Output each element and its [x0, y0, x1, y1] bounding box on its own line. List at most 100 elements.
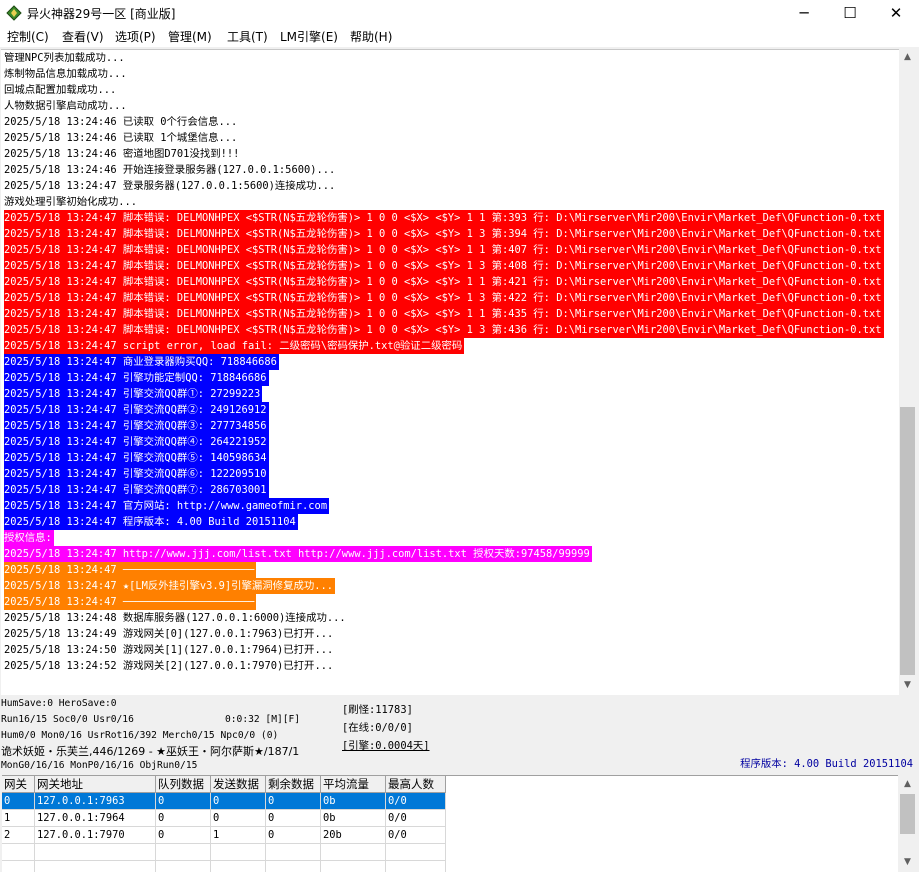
table-cell-empty — [2, 861, 35, 872]
gateway-table[interactable]: 网关 网关地址 队列数据 发送数据 剩余数据 平均流量 最高人数 0127.0.… — [2, 775, 898, 872]
table-row[interactable]: 1127.0.0.1:79640000b0/0 — [2, 810, 446, 827]
log-line-text: 2025/5/18 13:24:50 游戏网关[1](127.0.0.1:796… — [4, 644, 333, 656]
status-counters: Hum0/0 Mon0/16 UsrRot16/392 Merch0/15 Np… — [1, 730, 278, 741]
table-row[interactable]: 2127.0.0.1:797001020b0/0 — [2, 827, 446, 844]
table-cell: 127.0.0.1:7964 — [35, 810, 156, 827]
table-cell: 0 — [266, 827, 321, 844]
log-line: 2025/5/18 13:24:47 登录服务器(127.0.0.1:5600)… — [1, 178, 899, 194]
close-button[interactable]: ✕ — [873, 0, 919, 26]
log-line-text: 2025/5/18 13:24:47 官方网站: http://www.game… — [4, 498, 329, 514]
log-line: 游戏处理引擎初始化成功... — [1, 194, 899, 210]
table-scroll-up-icon[interactable]: ▲ — [899, 776, 916, 793]
log-line: 2025/5/18 13:24:46 开始连接登录服务器(127.0.0.1:5… — [1, 162, 899, 178]
status-boss-info: 诡术妖姬・乐芙兰,446/1269 - ★巫妖王・阿尔萨斯★/187/1 — [1, 743, 299, 759]
table-scrollbar[interactable]: ▲ ▼ — [899, 776, 916, 871]
log-line-text: 2025/5/18 13:24:47 script error, load fa… — [4, 338, 464, 354]
column-average-traffic[interactable]: 平均流量 — [321, 776, 386, 793]
table-cell: 0/0 — [386, 793, 446, 810]
log-line: 回城点配置加载成功... — [1, 82, 899, 98]
table-cell: 0 — [156, 827, 211, 844]
table-row-empty — [2, 844, 446, 861]
log-line: 2025/5/18 13:24:47 ★[LM反外挂引擎v3.9]引擎漏洞修复成… — [1, 578, 899, 594]
status-mon-groups: MonG0/16/16 MonP0/16/16 ObjRun0/15 — [1, 760, 197, 771]
log-line: 2025/5/18 13:24:47 引擎交流QQ群②: 249126912 — [1, 402, 899, 418]
table-header-row: 网关 网关地址 队列数据 发送数据 剩余数据 平均流量 最高人数 — [2, 776, 446, 793]
refresh-monster-count: [刷怪:11783] — [342, 701, 413, 716]
log-line-text: 2025/5/18 13:24:47 引擎功能定制QQ: 718846686 — [4, 370, 269, 386]
table-cell: 0 — [156, 810, 211, 827]
scroll-up-icon[interactable]: ▲ — [899, 49, 916, 66]
menu-options[interactable]: 选项(P) — [115, 28, 156, 45]
column-remaining-data[interactable]: 剩余数据 — [266, 776, 321, 793]
maximize-icon: ☐ — [843, 4, 856, 22]
log-scrollbar[interactable]: ▲ ▼ — [899, 49, 916, 694]
table-cell: 0 — [211, 810, 266, 827]
log-line-text: 2025/5/18 13:24:47 脚本错误: DELMONHPEX <$ST… — [4, 210, 884, 226]
log-line-text: 2025/5/18 13:24:47 引擎交流QQ群①: 27299223 — [4, 386, 262, 402]
status-timer: 0:0:32 [M][F] — [225, 714, 300, 725]
table-cell-empty — [266, 861, 321, 872]
table-row[interactable]: 0127.0.0.1:79630000b0/0 — [2, 793, 446, 810]
log-line: 2025/5/18 13:24:47 脚本错误: DELMONHPEX <$ST… — [1, 258, 899, 274]
log-line-text: 回城点配置加载成功... — [4, 84, 116, 96]
column-queue-data[interactable]: 队列数据 — [156, 776, 211, 793]
table-cell-empty — [211, 844, 266, 861]
log-line-text: 2025/5/18 13:24:47 ───────────────────── — [4, 594, 256, 610]
log-line: 2025/5/18 13:24:49 游戏网关[0](127.0.0.1:796… — [1, 626, 899, 642]
log-line-text: 2025/5/18 13:24:47 脚本错误: DELMONHPEX <$ST… — [4, 258, 884, 274]
table-cell-empty — [156, 861, 211, 872]
app-icon — [6, 5, 22, 21]
log-line: 2025/5/18 13:24:47 脚本错误: DELMONHPEX <$ST… — [1, 226, 899, 242]
table-cell: 0 — [156, 793, 211, 810]
log-line: 2025/5/18 13:24:47 脚本错误: DELMONHPEX <$ST… — [1, 290, 899, 306]
menu-help[interactable]: 帮助(H) — [350, 28, 392, 45]
log-line-text: 人物数据引擎启动成功... — [4, 100, 127, 112]
log-line-text: 2025/5/18 13:24:47 引擎交流QQ群⑥: 122209510 — [4, 466, 269, 482]
log-line-text: 2025/5/18 13:24:47 引擎交流QQ群⑦: 286703001 — [4, 482, 269, 498]
maximize-button[interactable]: ☐ — [827, 0, 873, 26]
table-scroll-thumb[interactable] — [900, 794, 915, 834]
menu-tools[interactable]: 工具(T) — [227, 28, 268, 45]
minimize-button[interactable]: ─ — [781, 0, 827, 26]
table-cell: 0/0 — [386, 827, 446, 844]
menu-bar: 控制(C) 查看(V) 选项(P) 管理(M) 工具(T) LM引擎(E) 帮助… — [0, 26, 919, 47]
log-line-text: 2025/5/18 13:24:47 引擎交流QQ群⑤: 140598634 — [4, 450, 269, 466]
log-line-text: 2025/5/18 13:24:48 数据库服务器(127.0.0.1:6000… — [4, 612, 346, 624]
log-line-text: 2025/5/18 13:24:47 引擎交流QQ群②: 249126912 — [4, 402, 269, 418]
menu-lm-engine[interactable]: LM引擎(E) — [280, 28, 338, 45]
log-line: 2025/5/18 13:24:48 数据库服务器(127.0.0.1:6000… — [1, 610, 899, 626]
log-line-text: 2025/5/18 13:24:46 已读取 1个城堡信息... — [4, 132, 237, 144]
menu-view[interactable]: 查看(V) — [62, 28, 104, 45]
log-line-text: 2025/5/18 13:24:46 密道地图D701没找到!!! — [4, 148, 239, 160]
log-line: 授权信息: — [1, 530, 899, 546]
table-cell-empty — [386, 861, 446, 872]
scroll-down-icon[interactable]: ▼ — [899, 677, 916, 694]
log-line: 2025/5/18 13:24:47 引擎交流QQ群③: 277734856 — [1, 418, 899, 434]
log-line: 2025/5/18 13:24:47 程序版本: 4.00 Build 2015… — [1, 514, 899, 530]
log-output[interactable]: 管理NPC列表加载成功...炼制物品信息加载成功... 回城点配置加载成功... 人… — [1, 49, 899, 695]
log-line: 2025/5/18 13:24:47 脚本错误: DELMONHPEX <$ST… — [1, 210, 899, 226]
column-gateway-address[interactable]: 网关地址 — [35, 776, 156, 793]
menu-manage[interactable]: 管理(M) — [168, 28, 212, 45]
log-line: 炼制物品信息加载成功... — [1, 66, 899, 82]
status-run: Run16/15 Soc0/0 Usr0/16 — [1, 714, 134, 725]
column-max-users[interactable]: 最高人数 — [386, 776, 446, 793]
scroll-thumb[interactable] — [900, 407, 915, 675]
table-cell-empty — [321, 861, 386, 872]
table-cell: 0 — [266, 793, 321, 810]
column-gateway[interactable]: 网关 — [2, 776, 35, 793]
log-line: 管理NPC列表加载成功... — [1, 50, 899, 66]
log-line-text: 2025/5/18 13:24:46 开始连接登录服务器(127.0.0.1:5… — [4, 164, 335, 176]
table-cell-empty — [35, 844, 156, 861]
log-line-text: 2025/5/18 13:24:47 脚本错误: DELMONHPEX <$ST… — [4, 290, 884, 306]
table-cell: 127.0.0.1:7963 — [35, 793, 156, 810]
column-send-data[interactable]: 发送数据 — [211, 776, 266, 793]
table-scroll-down-icon[interactable]: ▼ — [899, 854, 916, 871]
log-line-text: 2025/5/18 13:24:47 脚本错误: DELMONHPEX <$ST… — [4, 322, 884, 338]
log-line: 2025/5/18 13:24:47 引擎交流QQ群⑦: 286703001 — [1, 482, 899, 498]
online-count: [在线:0/0/0] — [342, 719, 413, 734]
window-title: 异火神器29号一区 [商业版] — [27, 5, 175, 22]
menu-control[interactable]: 控制(C) — [7, 28, 49, 45]
log-line-text: 2025/5/18 13:24:47 引擎交流QQ群③: 277734856 — [4, 418, 269, 434]
engine-days: [引擎:0.0004天] — [342, 737, 429, 752]
